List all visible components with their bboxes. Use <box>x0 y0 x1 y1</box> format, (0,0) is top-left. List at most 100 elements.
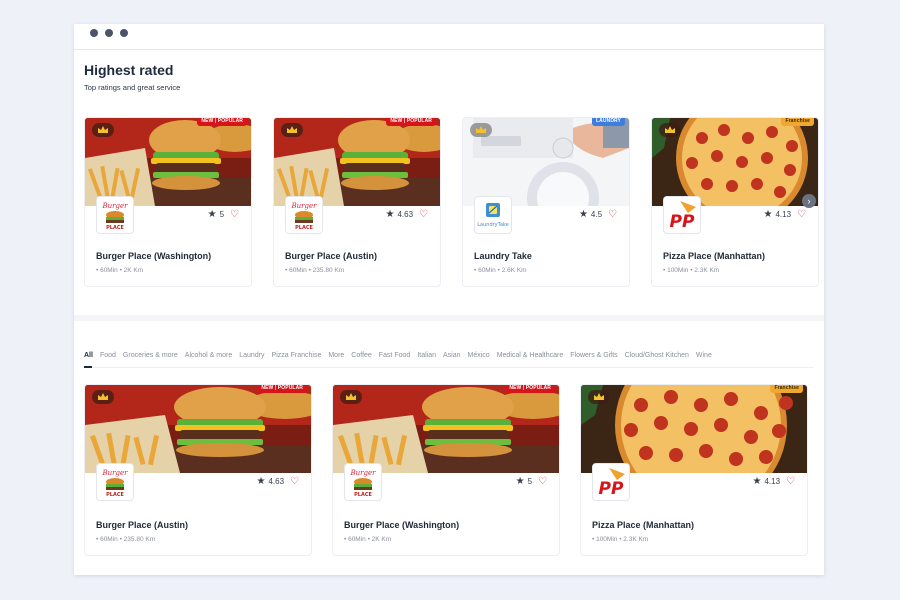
crown-icon <box>470 123 492 137</box>
svg-text:Burger: Burger <box>350 469 377 477</box>
crown-icon <box>340 390 362 404</box>
franchise-badge: Franchise <box>781 118 814 126</box>
star-icon: ★ <box>752 476 762 487</box>
tab-flowers[interactable]: Flowers & Gifts <box>570 352 617 364</box>
tab-food[interactable]: Food <box>100 352 116 364</box>
tab-groceries[interactable]: Groceries & more <box>123 352 178 364</box>
rating: ★ 4.5 ♡ <box>579 209 617 220</box>
heart-icon[interactable]: ♡ <box>797 209 806 220</box>
popular-badge: NEW | POPULAR <box>197 118 247 126</box>
svg-text:PLACE: PLACE <box>106 492 124 498</box>
tab-italian[interactable]: Italian <box>417 352 436 364</box>
app-window: Highest rated Top ratings and great serv… <box>74 24 824 575</box>
store-meta: • 60Min • 2.6K Km <box>474 267 527 274</box>
burger-place-logo: Burger PLACE <box>96 463 134 501</box>
svg-text:PP: PP <box>670 212 695 231</box>
crown-icon <box>281 123 303 137</box>
svg-text:Burger: Burger <box>291 202 318 210</box>
tab-medical[interactable]: Medical & Healthcare <box>497 352 564 364</box>
store-card[interactable]: LAUNDRY LaundryTake ★ 4.5 ♡ Laundry Take •… <box>462 117 630 287</box>
rating-value: 5 <box>527 477 533 486</box>
store-name: Laundry Take <box>474 251 532 261</box>
burger-place-logo: Burger PLACE <box>285 196 323 234</box>
rating-value: 4.5 <box>590 210 603 219</box>
rating: ★ 5 ♡ <box>516 476 547 487</box>
store-name: Burger Place (Washington) <box>344 520 460 530</box>
rating: ★ 4.63 ♡ <box>385 209 428 220</box>
svg-text:Burger: Burger <box>102 202 129 210</box>
store-name: Pizza Place (Manhattan) <box>592 520 695 530</box>
star-icon: ★ <box>763 209 773 220</box>
heart-icon[interactable]: ♡ <box>290 476 299 487</box>
rating: ★ 4.13 ♡ <box>752 476 795 487</box>
tab-asian[interactable]: Asian <box>443 352 461 364</box>
pizza-place-logo: PP <box>592 463 630 501</box>
store-card[interactable]: NEW | POPULAR Burger PLACE ★ 5 ♡ Burger Pla… <box>84 117 252 287</box>
store-meta: • 60Min • 235.80 Km <box>96 536 156 543</box>
store-name: Burger Place (Washington) <box>96 251 212 261</box>
star-icon: ★ <box>256 476 266 487</box>
crown-icon <box>92 123 114 137</box>
store-meta: • 60Min • 2K Km <box>96 267 144 274</box>
star-icon: ★ <box>207 209 217 220</box>
rating: ★ 4.13 ♡ <box>763 209 806 220</box>
burger-place-logo: Burger PLACE <box>96 196 134 234</box>
store-card[interactable]: NEW | POPULAR Burger PLACE ★ 4.63 ♡ Burger … <box>273 117 441 287</box>
heart-icon[interactable]: ♡ <box>608 209 617 220</box>
crown-icon <box>92 390 114 404</box>
svg-text:LaundryTake: LaundryTake <box>477 222 508 228</box>
rating-value: 4.63 <box>268 477 285 486</box>
popular-badge: NEW | POPULAR <box>386 118 436 126</box>
tab-wine[interactable]: Wine <box>696 352 712 364</box>
svg-text:PLACE: PLACE <box>106 225 124 231</box>
window-dot-icon <box>105 29 113 37</box>
store-card[interactable]: NEW | POPULAR Burger PLACE ★ 5 ♡ Burger Pla… <box>332 384 560 556</box>
window-titlebar <box>74 24 824 50</box>
tab-all[interactable]: All <box>84 352 93 364</box>
store-meta: • 60Min • 2K Km <box>344 536 392 543</box>
category-tabs: All Food Groceries & more Alcohol & more… <box>84 352 719 364</box>
heart-icon[interactable]: ♡ <box>538 476 547 487</box>
store-name: Pizza Place (Manhattan) <box>663 251 766 261</box>
rating: ★ 5 ♡ <box>208 209 239 220</box>
store-meta: • 100Min • 2.3K Km <box>592 536 649 543</box>
pizza-place-logo: PP <box>663 196 701 234</box>
heart-icon[interactable]: ♡ <box>419 209 428 220</box>
rating-value: 4.13 <box>775 210 792 219</box>
tab-more[interactable]: More <box>328 352 344 364</box>
svg-text:Burger: Burger <box>102 469 129 477</box>
store-meta: • 100Min • 2.3K Km <box>663 267 720 274</box>
svg-text:PP: PP <box>599 479 624 498</box>
store-name: Burger Place (Austin) <box>96 520 189 530</box>
heart-icon[interactable]: ♡ <box>230 209 239 220</box>
tab-mexico[interactable]: México <box>468 352 490 364</box>
tab-cloud-kitchen[interactable]: Cloud/Ghost Kitchen <box>625 352 689 364</box>
window-dot-icon <box>120 29 128 37</box>
tab-alcohol[interactable]: Alcohol & more <box>185 352 232 364</box>
tabs-baseline <box>84 367 814 368</box>
burger-place-logo: Burger PLACE <box>344 463 382 501</box>
popular-badge: NEW | POPULAR <box>257 385 307 393</box>
section-divider <box>74 315 824 321</box>
burger-image <box>85 385 311 473</box>
franchise-badge: Franchise <box>770 385 803 393</box>
crown-icon <box>588 390 610 404</box>
window-dot-icon <box>90 29 98 37</box>
tab-pizza-franchise[interactable]: Pizza Franchise <box>272 352 322 364</box>
heart-icon[interactable]: ♡ <box>786 476 795 487</box>
active-tab-indicator <box>84 366 92 368</box>
carousel-next-icon[interactable]: › <box>802 194 816 208</box>
rating-value: 4.13 <box>764 477 781 486</box>
burger-image <box>333 385 559 473</box>
section-title: Highest rated <box>84 62 174 78</box>
store-card[interactable]: Franchise PP ★ 4.13 ♡ Pizza Place (Manhatt… <box>580 384 808 556</box>
tab-fast-food[interactable]: Fast Food <box>379 352 411 364</box>
svg-text:PLACE: PLACE <box>295 225 313 231</box>
tab-laundry[interactable]: Laundry <box>239 352 264 364</box>
store-card[interactable]: NEW | POPULAR Burger PLACE ★ 4.63 ♡ Burger … <box>84 384 312 556</box>
laundry-badge: LAUNDRY <box>592 118 625 126</box>
tab-coffee[interactable]: Coffee <box>351 352 372 364</box>
store-name: Burger Place (Austin) <box>285 251 378 261</box>
store-card[interactable]: Franchise PP ★ 4.13 ♡ Pizza Place (Manhatt… <box>651 117 819 287</box>
star-icon: ★ <box>578 209 588 220</box>
